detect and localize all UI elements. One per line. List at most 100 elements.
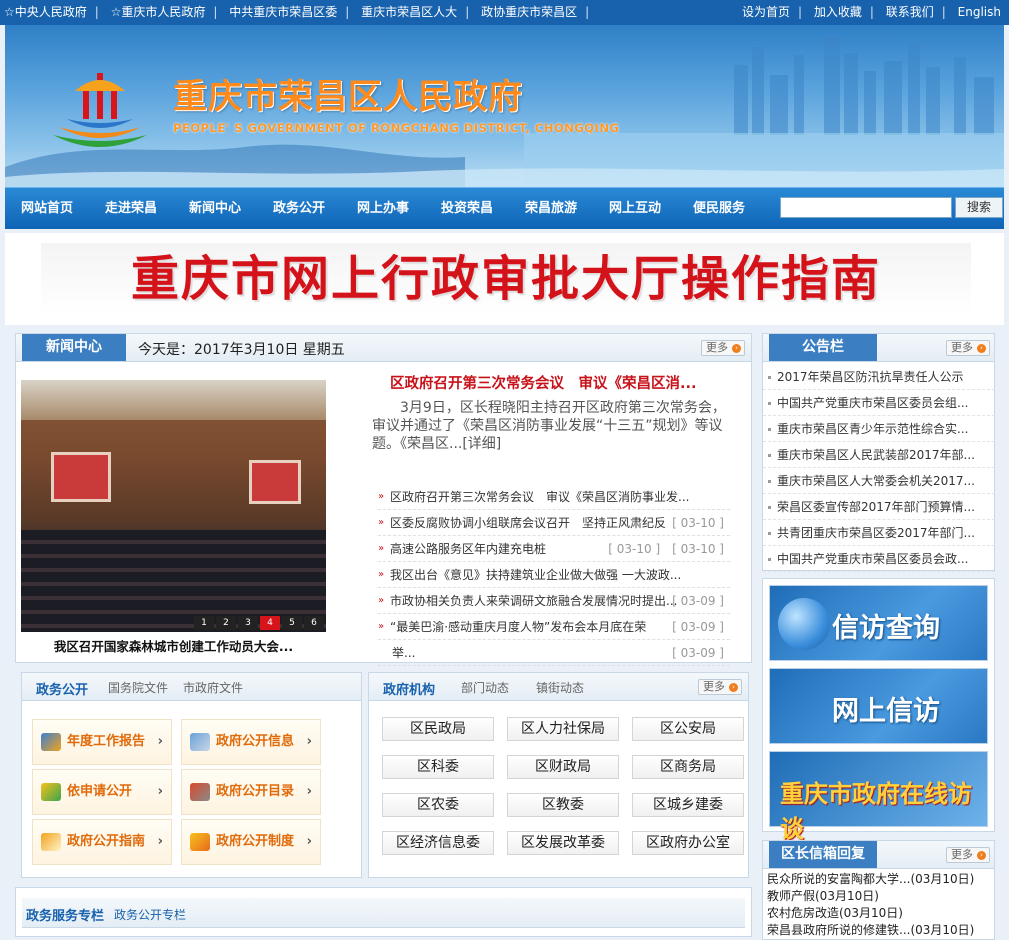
news-more-button[interactable]: 更多 › bbox=[701, 340, 745, 356]
pager-3[interactable]: 3 bbox=[238, 616, 258, 630]
top-link-district-party[interactable]: 中共重庆市荣昌区委 bbox=[229, 5, 337, 19]
tab-town-news[interactable]: 镇街动态 bbox=[536, 679, 584, 696]
annual-report-link[interactable]: 年度工作报告 › bbox=[32, 719, 172, 765]
news-slideshow-image[interactable]: 1 2 3 4 5 6 bbox=[21, 380, 326, 632]
org-public-security[interactable]: 区公安局 bbox=[632, 717, 744, 741]
service-header: 政务服务专栏 政务公开专栏 bbox=[22, 898, 745, 928]
public-system-link[interactable]: 政府公开制度 › bbox=[181, 819, 321, 865]
online-petition-button[interactable]: 网上信访 bbox=[769, 668, 988, 744]
nav-invest[interactable]: 投资荣昌 bbox=[425, 188, 509, 230]
list-item[interactable]: » 区政府召开第三次常务会议 审议《荣昌区消防事业发... bbox=[378, 484, 730, 510]
contact-link[interactable]: 联系我们 bbox=[886, 5, 934, 19]
tab-gov-org[interactable]: 政府机构 bbox=[383, 679, 435, 698]
top-link-central-gov[interactable]: ☆中央人民政府 bbox=[4, 5, 87, 19]
english-link[interactable]: English bbox=[958, 5, 1001, 19]
bullet-arrow-icon: » bbox=[378, 517, 385, 528]
org-development-reform[interactable]: 区发展改革委 bbox=[507, 831, 619, 855]
top-links: ☆中央人民政府 | ☆重庆市人民政府 | 中共重庆市荣昌区委 | 重庆市荣昌区人大 | … bbox=[4, 5, 590, 19]
nav-home[interactable]: 网站首页 bbox=[5, 188, 89, 230]
list-item[interactable]: 中国共产党重庆市荣昌区委员会政... bbox=[763, 546, 995, 572]
pager-4[interactable]: 4 bbox=[260, 616, 280, 630]
pager-6[interactable]: 6 bbox=[304, 616, 324, 630]
top-link-cppcc[interactable]: 政协重庆市荣昌区 bbox=[481, 5, 577, 19]
org-gov-office[interactable]: 区政府办公室 bbox=[632, 831, 744, 855]
tab-city-docs[interactable]: 市政府文件 bbox=[183, 679, 243, 696]
search-button[interactable]: 搜索 bbox=[955, 197, 1003, 218]
tab-state-council-docs[interactable]: 国务院文件 bbox=[108, 679, 168, 696]
chevron-right-icon: › bbox=[157, 784, 163, 799]
list-item[interactable]: » 我区出台《意见》扶持建筑业企业做大做强 一大波政... bbox=[378, 562, 730, 588]
list-item[interactable]: 2017年荣昌区防汛抗旱责任人公示 bbox=[763, 364, 995, 390]
list-item[interactable]: 重庆市荣昌区青少年示范性综合实... bbox=[763, 416, 995, 442]
tab-gov-open[interactable]: 政务公开 bbox=[36, 679, 88, 698]
more-arrow-icon: › bbox=[977, 344, 986, 353]
tab-mailbox[interactable]: 区长信箱回复 bbox=[769, 841, 877, 868]
news-summary: 3月9日，区长程晓阳主持召开区政府第三次常务会，审议并通过了《荣昌区消防事业发展… bbox=[372, 400, 726, 452]
nav-gov-open[interactable]: 政务公开 bbox=[257, 188, 341, 230]
top-link-chongqing-gov[interactable]: ☆重庆市人民政府 bbox=[111, 5, 206, 19]
link-label: 依申请公开 bbox=[67, 784, 133, 799]
public-catalog-link[interactable]: 政府公开目录 › bbox=[181, 769, 321, 815]
link-label: 政府公开信息 bbox=[216, 734, 295, 749]
list-item[interactable]: 教师产假(03月10日) bbox=[767, 888, 993, 905]
list-item[interactable]: 共青团重庆市荣昌区委2017年部门... bbox=[763, 520, 995, 546]
org-science[interactable]: 区科委 bbox=[382, 755, 494, 779]
list-item[interactable]: 荣昌县政府所说的修建铁...(03月10日) bbox=[767, 922, 993, 939]
news-center-header: 新闻中心 今天是：2017年3月10日 星期五 更多 › bbox=[16, 334, 751, 362]
top-link-district-npc[interactable]: 重庆市荣昌区人大 bbox=[361, 5, 457, 19]
list-item[interactable]: 重庆市荣昌区人民武装部2017年部... bbox=[763, 442, 995, 468]
list-item[interactable]: 中国共产党重庆市荣昌区委员会组... bbox=[763, 390, 995, 416]
nav-tourism[interactable]: 荣昌旅游 bbox=[509, 188, 593, 230]
list-item[interactable]: » 高速公路服务区年内建充电桩 [ 03-10 ] [ 03-10 ] bbox=[378, 536, 730, 562]
nav-interaction[interactable]: 网上互动 bbox=[593, 188, 677, 230]
tab-notice[interactable]: 公告栏 bbox=[769, 334, 877, 361]
org-finance[interactable]: 区财政局 bbox=[507, 755, 619, 779]
chevron-right-icon: › bbox=[157, 834, 163, 849]
org-economy-info[interactable]: 区经济信息委 bbox=[382, 831, 494, 855]
pager-2[interactable]: 2 bbox=[216, 616, 236, 630]
news-center-panel: 新闻中心 今天是：2017年3月10日 星期五 更多 › 1 2 3 4 5 6 … bbox=[15, 333, 752, 666]
add-favorite-link[interactable]: 加入收藏 bbox=[814, 5, 862, 19]
list-item[interactable]: 重庆市荣昌区人大常委会机关2017... bbox=[763, 468, 995, 494]
org-agriculture[interactable]: 区农委 bbox=[382, 793, 494, 817]
org-civil-affairs[interactable]: 区民政局 bbox=[382, 717, 494, 741]
list-item[interactable]: » “最美巴渝·感动重庆月度人物”发布会本月底在荣 [ 03-09 ] bbox=[378, 614, 730, 640]
list-item[interactable]: 民众所说的安富陶都大学...(03月10日) bbox=[767, 871, 993, 888]
gov-org-more-button[interactable]: 更多 › bbox=[698, 679, 742, 695]
list-item[interactable]: » 市政协相关负责人来荣调研文旅融合发展情况时提出...[ 03-09 ] bbox=[378, 588, 730, 614]
news-headline[interactable]: 区政府召开第三次常务会议 审议《荣昌区消... bbox=[390, 372, 697, 393]
list-item[interactable]: 举... [ 03-09 ] bbox=[378, 640, 730, 666]
bullet-arrow-icon: » bbox=[378, 543, 385, 554]
chevron-right-icon: › bbox=[306, 834, 312, 849]
promo-banner[interactable]: 重庆市网上行政审批大厅操作指南 bbox=[5, 233, 1004, 325]
org-urban-rural[interactable]: 区城乡建委 bbox=[632, 793, 744, 817]
mailbox-more-button[interactable]: 更多 › bbox=[946, 847, 990, 863]
nav-about[interactable]: 走进荣昌 bbox=[89, 188, 173, 230]
list-item[interactable]: » 区委反腐败协调小组联席会议召开 坚持正风肃纪反 [ 03-10 ] bbox=[378, 510, 730, 536]
request-disclosure-link[interactable]: 依申请公开 › bbox=[32, 769, 172, 815]
nav-news[interactable]: 新闻中心 bbox=[173, 188, 257, 230]
list-item[interactable]: 荣昌区委宣传部2017年部门预算情... bbox=[763, 494, 995, 520]
nav-online-service[interactable]: 网上办事 bbox=[341, 188, 425, 230]
tab-service[interactable]: 政务服务专栏 bbox=[26, 905, 104, 924]
org-education[interactable]: 区教委 bbox=[507, 793, 619, 817]
pager-1[interactable]: 1 bbox=[194, 616, 214, 630]
nav-convenience[interactable]: 便民服务 bbox=[677, 188, 761, 230]
org-commerce[interactable]: 区商务局 bbox=[632, 755, 744, 779]
petition-query-button[interactable]: 信访查询 bbox=[769, 585, 988, 661]
search-input[interactable] bbox=[780, 197, 952, 218]
public-info-link[interactable]: 政府公开信息 › bbox=[181, 719, 321, 765]
tab-news-center[interactable]: 新闻中心 bbox=[22, 334, 126, 361]
tab-dept-news[interactable]: 部门动态 bbox=[461, 679, 509, 696]
list-item[interactable]: 农村危房改造(03月10日) bbox=[767, 905, 993, 922]
more-label: 更多 bbox=[951, 341, 973, 354]
org-hr-social-security[interactable]: 区人力社保局 bbox=[507, 717, 619, 741]
notice-more-button[interactable]: 更多 › bbox=[946, 340, 990, 356]
tab-gov-open-column[interactable]: 政务公开专栏 bbox=[114, 906, 186, 923]
pager-5[interactable]: 5 bbox=[282, 616, 302, 630]
gov-open-panel: 政务公开 国务院文件 市政府文件 年度工作报告 › 政府公开信息 › 依申请公开 › … bbox=[21, 672, 362, 878]
set-homepage-link[interactable]: 设为首页 bbox=[742, 5, 790, 19]
photo-caption[interactable]: 我区召开国家森林城市创建工作动员大会... bbox=[21, 636, 326, 655]
online-interview-button[interactable]: 重庆市政府在线访谈 bbox=[769, 751, 988, 843]
public-guide-link[interactable]: 政府公开指南 › bbox=[32, 819, 172, 865]
